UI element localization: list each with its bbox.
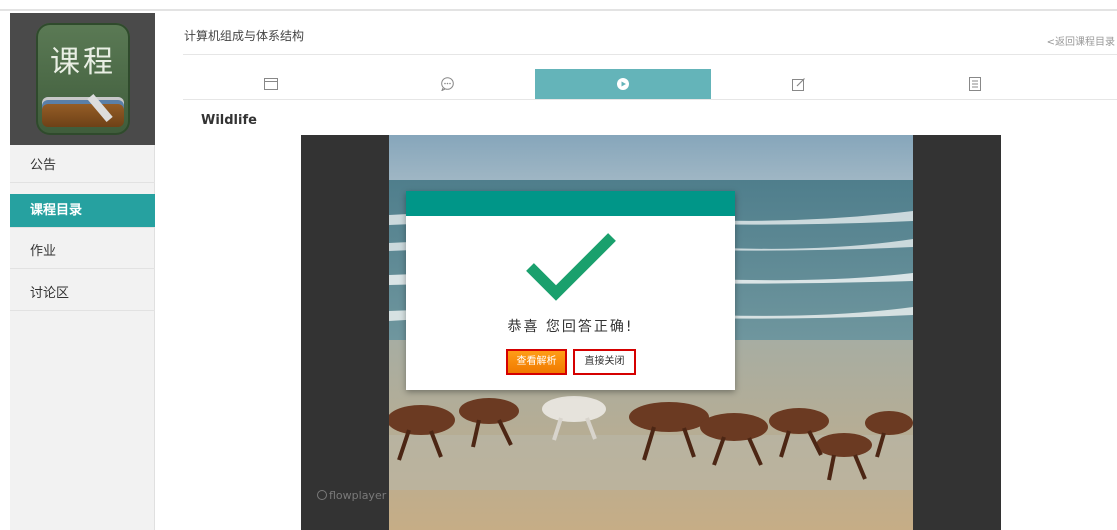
checkmark-icon (526, 233, 616, 301)
document-icon (969, 77, 981, 91)
answer-result-dialog: 恭喜 您回答正确! 查看解析 直接关闭 (406, 191, 735, 390)
video-title: Wildlife (201, 113, 257, 128)
back-to-catalog-link[interactable]: <返回课程目录 (1047, 33, 1115, 48)
sidebar: 课程 公告 课程目录 作业 讨论区 (10, 13, 155, 530)
tab-exercise[interactable] (711, 69, 887, 99)
tab-overview[interactable] (183, 69, 359, 99)
tab-document[interactable] (887, 69, 1063, 99)
edit-icon (792, 78, 805, 91)
window-icon (264, 78, 278, 90)
page: 课程 公告 课程目录 作业 讨论区 计算机组成与体系结构 <返回课程目录 Wil… (0, 0, 1117, 530)
divider (183, 54, 1117, 55)
flowplayer-logo-icon (317, 490, 327, 500)
sidebar-item-discussion[interactable]: 讨论区 (10, 277, 155, 311)
view-analysis-button[interactable]: 查看解析 (506, 349, 567, 375)
success-message: 恭喜 您回答正确! (507, 319, 634, 335)
tab-video[interactable] (535, 69, 711, 99)
main-content: 计算机组成与体系结构 <返回课程目录 Wildlife flowplayer 恭… (170, 13, 1117, 530)
chat-bubble-icon (440, 77, 454, 91)
book-graphic (42, 97, 124, 127)
logo-text: 课程 (50, 45, 116, 80)
flowplayer-text: flowplayer (329, 489, 387, 502)
tab-bar (183, 69, 1117, 100)
dialog-header (406, 191, 735, 216)
course-logo: 课程 (10, 13, 155, 145)
flowplayer-watermark: flowplayer (317, 489, 386, 502)
sidebar-item-announcements[interactable]: 公告 (10, 149, 155, 183)
play-circle-icon (617, 78, 629, 90)
tab-comments[interactable] (359, 69, 535, 99)
sidebar-item-course-catalog[interactable]: 课程目录 (10, 194, 155, 228)
course-title: 计算机组成与体系结构 (184, 29, 305, 43)
top-strip (0, 0, 1117, 11)
sidebar-item-homework[interactable]: 作业 (10, 235, 155, 269)
close-dialog-button[interactable]: 直接关闭 (573, 349, 636, 375)
chalkboard-logo-icon: 课程 (36, 23, 130, 135)
